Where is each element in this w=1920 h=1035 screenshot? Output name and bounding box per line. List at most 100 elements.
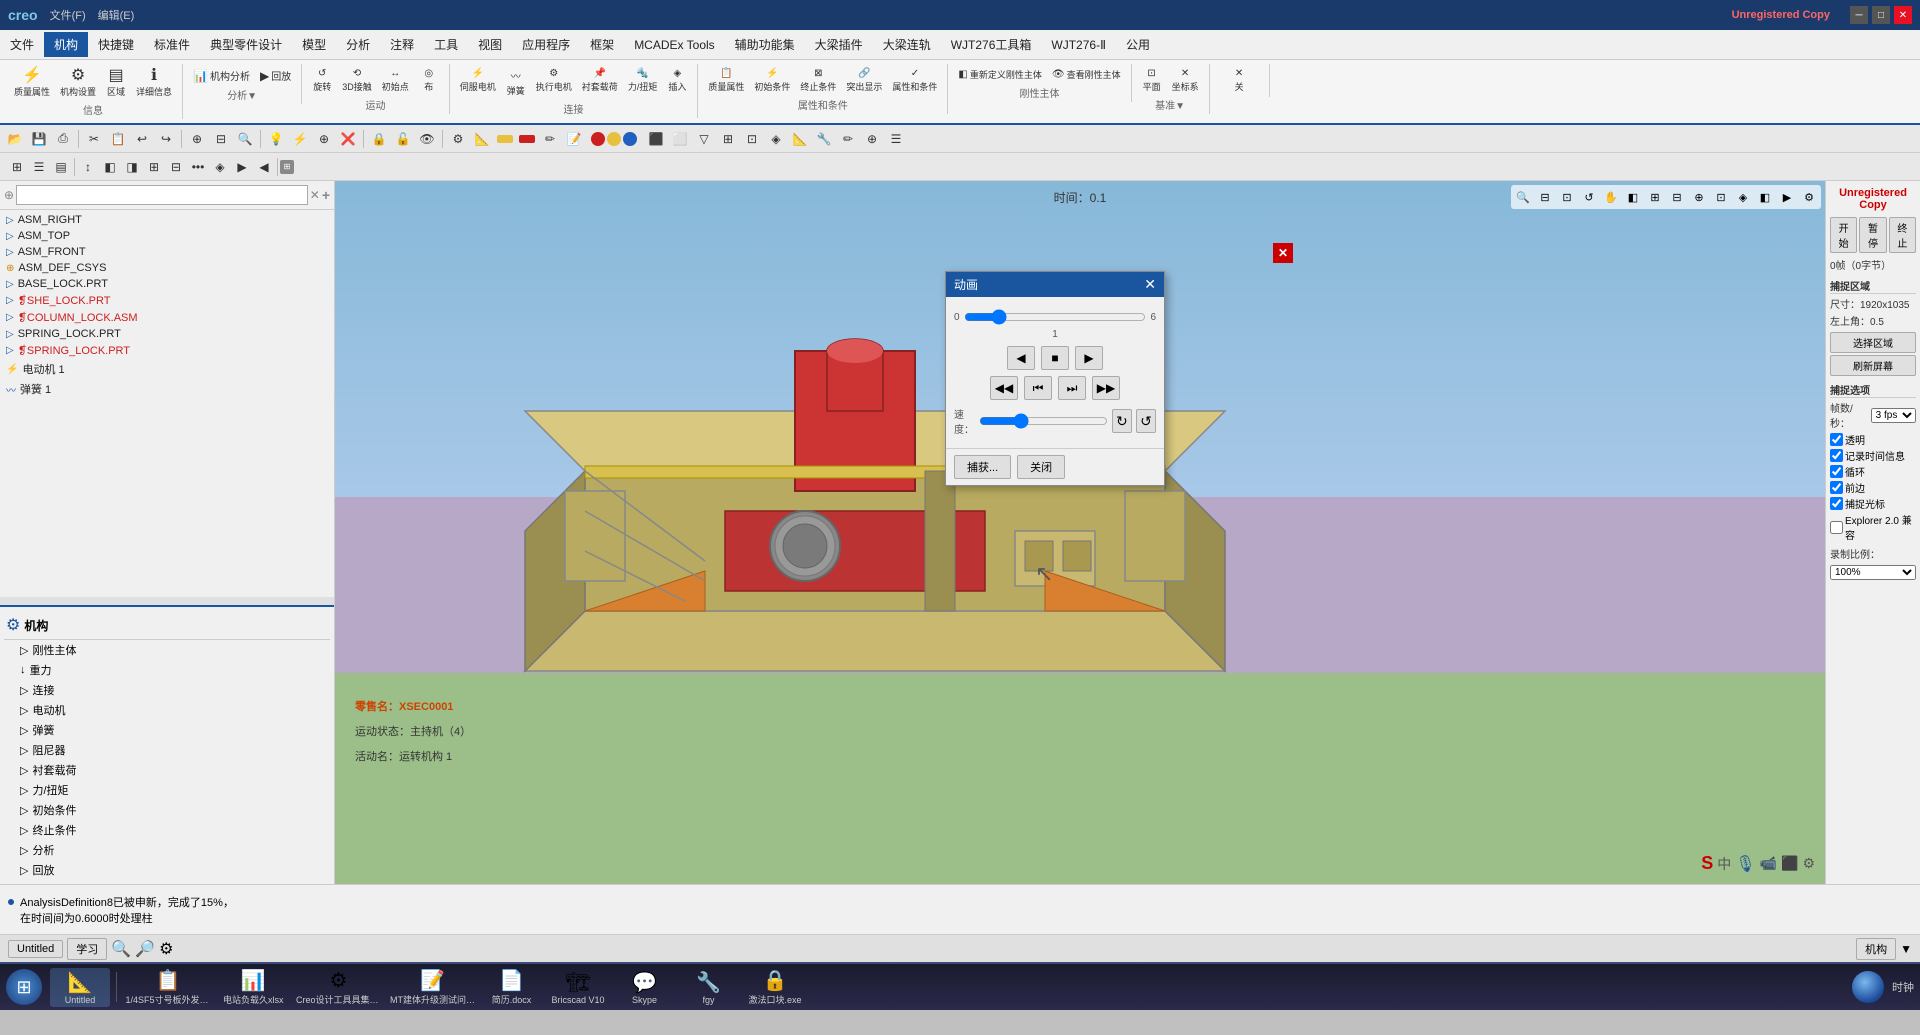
ribbon-btn-csys[interactable]: ✕ 坐标系 [1168,66,1203,95]
dialog-title-bar[interactable]: 动画 ✕ [946,272,1164,297]
tb-flash[interactable]: ⚡ [289,128,311,150]
tb-save[interactable]: 💾 [28,128,50,150]
tb-copy[interactable]: 📋 [107,128,129,150]
sidebar-spring[interactable]: ▷ 弹簧 [4,720,330,740]
tb-zoom-out[interactable]: ⊟ [210,128,232,150]
tb-more1[interactable]: ⬛ [645,128,667,150]
vp-render3[interactable]: ⊟ [1667,187,1687,207]
ribbon-btn-quality[interactable]: 📋 质量属性 [704,66,748,95]
menu-item-file[interactable]: 文件 [0,32,44,57]
ribbon-btn-plane[interactable]: ⊡ 平面 [1138,66,1166,95]
maximize-button[interactable]: □ [1872,6,1890,24]
tb-add[interactable]: ⊕ [313,128,335,150]
tb3-item4[interactable]: ⊟ [165,156,187,178]
ratio-select[interactable]: 100% [1830,565,1916,580]
file-menu[interactable]: 文件(F) [50,7,86,23]
tb-print[interactable]: ⎙ [52,128,74,150]
taskbar-item-2[interactable]: 📊 电站负载久xlsx [217,966,290,1008]
menu-item-jigou[interactable]: 机构 [44,32,88,57]
ribbon-btn-playback[interactable]: ▶ 回放 [256,66,295,85]
ribbon-btn-insert[interactable]: ◈ 插入 [663,66,691,99]
tb3-item5[interactable]: ••• [187,156,209,178]
tb-color[interactable] [497,135,513,143]
tb-gear[interactable]: ⚙ [447,128,469,150]
prev-button[interactable]: ◀ [1007,346,1035,370]
cursor-checkbox[interactable] [1830,497,1843,510]
ribbon-btn-region[interactable]: ▤ 区域 [102,66,130,100]
ribbon-btn-stop-cond[interactable]: ⊠ 终止条件 [796,66,840,95]
taskbar-item-4[interactable]: 📝 MT建体升级测试问题·2... [388,966,478,1008]
tb-more2[interactable]: ⬜ [669,128,691,150]
tb3-sort[interactable]: ↕ [77,156,99,178]
bottom-icon2[interactable]: 🔎 [135,939,155,959]
sidebar-rigid-body[interactable]: ▷ 刚性主体 [4,640,330,660]
tb-lock[interactable]: 🔒 [368,128,390,150]
loop-checkbox[interactable] [1830,465,1843,478]
tree-item-spring-lock2[interactable]: ▷ ❡SPRING_LOCK.PRT [2,342,332,359]
tb-more9[interactable]: ✏ [837,128,859,150]
bottom-untitled[interactable]: Untitled [8,940,63,958]
tb-more11[interactable]: ☰ [885,128,907,150]
filter-input[interactable] [16,185,308,205]
ribbon-btn-setup[interactable]: ⚙ 机构设置 [56,66,100,100]
vp-zoom-in[interactable]: 🔍 [1513,187,1533,207]
border-checkbox[interactable] [1830,481,1843,494]
vp-render2[interactable]: ⊞ [1645,187,1665,207]
menu-item-tools[interactable]: 工具 [424,32,468,57]
next-next-button[interactable]: ▶▶ [1092,376,1120,400]
ribbon-btn-servo[interactable]: ⚡ 伺服电机 [456,66,500,99]
sidebar-end[interactable]: ▷ 终止条件 [4,820,330,840]
speed-slider[interactable] [979,413,1108,429]
taskbar-item-8[interactable]: 🔧 fgy [679,968,739,1007]
next-button[interactable]: ▶ [1075,346,1103,370]
sidebar-connect[interactable]: ▷ 连接 [4,680,330,700]
stop-button[interactable]: 终止 [1889,217,1916,253]
reset-button[interactable]: ↺ [1136,409,1156,433]
close-window-button[interactable]: ✕ [1894,6,1912,24]
tb-zoom-fit[interactable]: 🔍 [234,128,256,150]
ribbon-btn-detail[interactable]: ℹ 详细信息 [132,66,176,100]
menu-item-frame[interactable]: 框架 [580,32,624,57]
tb-more8[interactable]: 🔧 [813,128,835,150]
tb-cut[interactable]: ✂ [83,128,105,150]
ribbon-btn-check[interactable]: ✓ 属性和条件 [888,66,941,95]
sidebar-payload[interactable]: ▷ 衬套载荷 [4,760,330,780]
menu-item-apps[interactable]: 应用程序 [512,32,580,57]
bottom-icon3[interactable]: ⚙ [159,939,173,959]
tb3-item7[interactable]: ▶ [231,156,253,178]
tb-open[interactable]: 📂 [4,128,26,150]
ribbon-btn-redefine-rigid[interactable]: ◧ 重新定义刚性主体 [954,66,1045,83]
blue-sphere-icon[interactable] [1852,971,1884,1003]
record-time-checkbox[interactable] [1830,449,1843,462]
tb3-item8[interactable]: ◀ [253,156,275,178]
ribbon-btn-highlight[interactable]: 🔗 突出显示 [842,66,886,95]
ribbon-btn-mass[interactable]: ⚡ 质量属性 [10,66,54,100]
taskbar-item-3[interactable]: ⚙ Creo设计工具具集_2022... [294,966,384,1008]
prev-prev-button[interactable]: ◀◀ [990,376,1018,400]
vp-pan[interactable]: ✋ [1601,187,1621,207]
tree-item-asm-def-csys[interactable]: ⊕ ASM_DEF_CSYS [2,260,332,276]
tb-light[interactable]: 💡 [265,128,287,150]
menu-item-analysis[interactable]: 分析 [336,32,380,57]
vp-persp[interactable]: ◈ [1733,187,1753,207]
menu-item-wjt276[interactable]: WJT276工具箱 [941,32,1042,57]
tb3-item3[interactable]: ⊞ [143,156,165,178]
refresh-screen-button[interactable]: 刷新屏幕 [1830,355,1916,376]
fps-select[interactable]: 3 fps [1871,408,1916,423]
menu-item-daliang2[interactable]: 大梁连轨 [873,32,941,57]
taskbar-item-9[interactable]: 🔒 激法口块.exe [743,966,808,1008]
start-button[interactable]: 开始 [1830,217,1857,253]
tb-note[interactable]: 📝 [563,128,585,150]
loop-button[interactable]: ↻ [1112,409,1132,433]
goto-end-button[interactable]: ⏭ [1058,376,1086,400]
vp-wire[interactable]: ⊡ [1711,187,1731,207]
tb3-item2[interactable]: ◨ [121,156,143,178]
taskbar-item-1[interactable]: 📋 1/4SF5寸号板外发 M... [123,966,213,1008]
menu-item-assist[interactable]: 辅助功能集 [725,32,805,57]
tree-item-spring-lock[interactable]: ▷ SPRING_LOCK.PRT [2,326,332,342]
ribbon-btn-mech-analysis[interactable]: 📊 机构分析 [189,66,254,85]
tb-more4[interactable]: ⊞ [717,128,739,150]
tb3-list1[interactable]: ⊞ [6,156,28,178]
explorer-checkbox[interactable] [1830,521,1843,534]
sidebar-scroll-bar[interactable] [0,597,334,605]
